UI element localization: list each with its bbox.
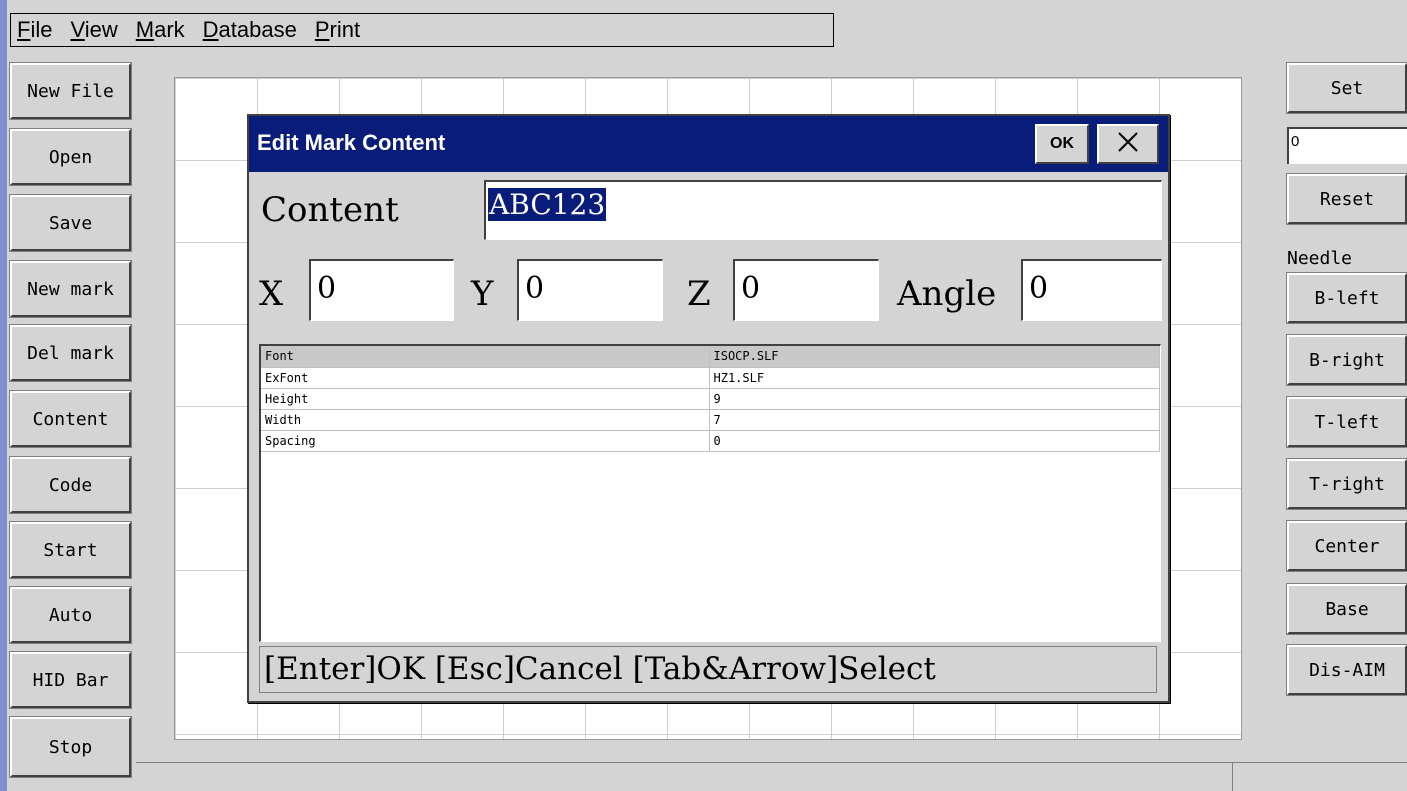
content-button[interactable]: Content bbox=[9, 390, 132, 448]
content-input[interactable]: ABC123 bbox=[484, 180, 1162, 240]
property-key: Font bbox=[261, 346, 710, 368]
z-input[interactable]: 0 bbox=[733, 259, 879, 321]
status-bar-divider bbox=[136, 762, 1407, 763]
dialog-ok-button[interactable]: OK bbox=[1035, 124, 1089, 164]
menu-database[interactable]: Database bbox=[203, 17, 297, 43]
property-value[interactable]: 7 bbox=[709, 409, 1160, 431]
dialog-close-button[interactable] bbox=[1097, 124, 1159, 164]
set-value-field[interactable]: 0 bbox=[1287, 127, 1407, 164]
menu-file[interactable]: File bbox=[17, 17, 52, 43]
center-button[interactable]: Center bbox=[1286, 520, 1407, 572]
stop-button[interactable]: Stop bbox=[9, 716, 132, 778]
menu-print[interactable]: Print bbox=[315, 17, 360, 43]
menu-bar: File View Mark Database Print bbox=[10, 13, 834, 47]
set-button[interactable]: Set bbox=[1286, 62, 1407, 114]
property-row-font[interactable]: Font ISOCP.SLF bbox=[261, 346, 1160, 368]
angle-label: Angle bbox=[897, 274, 997, 314]
menu-mark[interactable]: Mark bbox=[136, 17, 185, 43]
property-key: Width bbox=[261, 409, 710, 431]
start-button[interactable]: Start bbox=[9, 521, 132, 579]
auto-button[interactable]: Auto bbox=[9, 586, 132, 644]
property-value[interactable]: HZ1.SLF bbox=[709, 367, 1160, 389]
dialog-title: Edit Mark Content bbox=[257, 130, 446, 155]
status-bar-separator bbox=[1232, 762, 1233, 791]
t-left-button[interactable]: T-left bbox=[1286, 396, 1407, 448]
t-right-button[interactable]: T-right bbox=[1286, 458, 1407, 510]
content-input-value: ABC123 bbox=[488, 188, 607, 221]
reset-button[interactable]: Reset bbox=[1286, 173, 1407, 225]
code-button[interactable]: Code bbox=[9, 456, 132, 514]
property-row-width[interactable]: Width 7 bbox=[261, 409, 1160, 431]
property-key: Height bbox=[261, 388, 710, 410]
y-label: Y bbox=[471, 274, 494, 314]
new-mark-button[interactable]: New mark bbox=[9, 260, 132, 318]
angle-input[interactable]: 0 bbox=[1021, 259, 1162, 321]
property-value[interactable]: 9 bbox=[709, 388, 1160, 410]
property-grid[interactable]: Font ISOCP.SLF ExFont HZ1.SLF Height 9 W… bbox=[259, 344, 1161, 642]
hid-bar-button[interactable]: HID Bar bbox=[9, 651, 132, 709]
save-button[interactable]: Save bbox=[9, 194, 132, 252]
property-row-spacing[interactable]: Spacing 0 bbox=[261, 430, 1160, 452]
del-mark-button[interactable]: Del mark bbox=[9, 324, 132, 382]
z-label: Z bbox=[687, 274, 711, 314]
x-input[interactable]: 0 bbox=[309, 259, 454, 321]
content-label: Content bbox=[261, 190, 399, 230]
close-icon bbox=[1117, 131, 1139, 157]
y-input[interactable]: 0 bbox=[517, 259, 663, 321]
needle-label: Needle bbox=[1287, 248, 1353, 269]
dialog-title-bar[interactable]: Edit Mark Content OK bbox=[249, 116, 1168, 172]
property-value[interactable]: 0 bbox=[709, 430, 1160, 452]
menu-view[interactable]: View bbox=[70, 17, 117, 43]
open-button[interactable]: Open bbox=[9, 128, 132, 186]
app-window: File View Mark Database Print New File O… bbox=[0, 0, 1407, 791]
property-row-exfont[interactable]: ExFont HZ1.SLF bbox=[261, 367, 1160, 389]
keyboard-hint: [Enter]OK [Esc]Cancel [Tab&Arrow]Select bbox=[259, 646, 1157, 693]
property-value[interactable]: ISOCP.SLF bbox=[709, 346, 1160, 368]
edit-mark-content-dialog: Edit Mark Content OK Content ABC123 X 0 … bbox=[247, 114, 1170, 703]
property-key: Spacing bbox=[261, 430, 710, 452]
property-row-height[interactable]: Height 9 bbox=[261, 388, 1160, 410]
b-left-button[interactable]: B-left bbox=[1286, 272, 1407, 324]
base-button[interactable]: Base bbox=[1286, 583, 1407, 635]
new-file-button[interactable]: New File bbox=[9, 62, 132, 120]
window-edge bbox=[0, 0, 7, 791]
dis-aim-button[interactable]: Dis-AIM bbox=[1286, 644, 1407, 696]
property-key: ExFont bbox=[261, 367, 710, 389]
x-label: X bbox=[259, 274, 284, 314]
b-right-button[interactable]: B-right bbox=[1286, 334, 1407, 386]
